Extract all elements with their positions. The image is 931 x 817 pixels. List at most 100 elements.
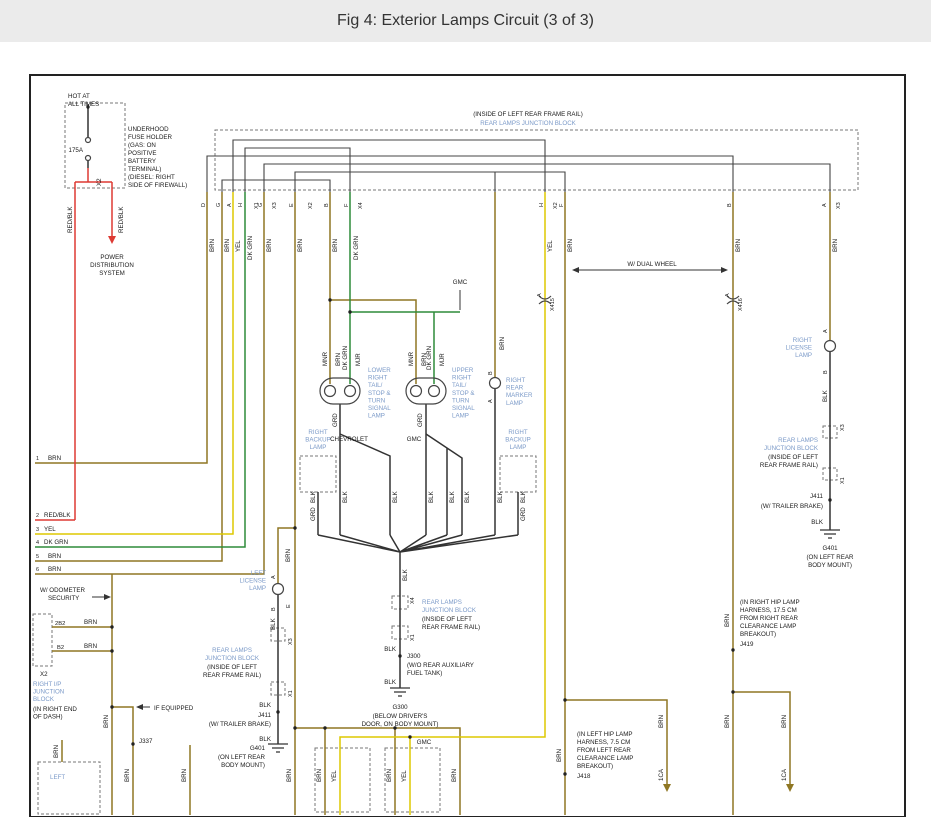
diagram-label: TERMINAL) <box>128 166 161 173</box>
diagram-label: 2 <box>36 513 39 519</box>
diagram-label: 175A <box>69 147 84 154</box>
diagram-label: B <box>823 370 829 374</box>
diagram-label: BLK <box>259 736 272 743</box>
diagram-label: J411 <box>810 493 824 500</box>
diagram-label: A <box>271 575 277 579</box>
diagram-label: BRN <box>386 769 393 782</box>
diagram-label: BRN <box>556 749 563 762</box>
diagram-shape <box>408 735 411 738</box>
diagram-label: MARKER <box>506 392 533 399</box>
diagram-label: G300 <box>392 704 408 711</box>
diagram-label: (ON LEFT REARBODY MOUNT) <box>218 754 266 769</box>
diagram-label: SYSTEM <box>99 270 124 277</box>
diagram-label: J337 <box>139 738 153 745</box>
diagram-label: J300 <box>407 653 421 660</box>
diagram-label: BRN <box>335 353 342 366</box>
diagram-label: DK GRN <box>353 236 360 260</box>
diagram-label: LAMP <box>506 400 523 407</box>
diagram-label: RED/BLK <box>118 206 125 233</box>
diagram-label: (GAS: ON <box>128 142 156 149</box>
diagram-label: BRN <box>285 549 292 562</box>
diagram-label: D <box>201 203 207 207</box>
diagram-label: YEL <box>331 770 338 782</box>
diagram-label: BLK <box>259 702 272 709</box>
diagram-label: (IN LEFT HIP LAMP <box>577 731 632 738</box>
diagram-label: SIGNAL <box>452 405 475 412</box>
diagram-label: GRD <box>520 507 527 521</box>
diagram-label: X3 <box>272 202 278 209</box>
diagram-label: BACKUP <box>305 437 330 444</box>
diagram-label: BLK <box>310 490 317 503</box>
diagram-label: DK GRN <box>342 346 349 370</box>
diagram-label: TAIL/ <box>452 382 467 389</box>
diagram-shape <box>328 298 331 301</box>
diagram-label: GMC <box>453 279 468 286</box>
diagram-label: DK GRN <box>247 236 254 260</box>
diagram-label: D <box>201 203 207 207</box>
diagram-label: 1 <box>36 456 39 462</box>
diagram-label: REAR LAMPS <box>778 437 818 444</box>
diagram-label: UPPER <box>452 367 474 374</box>
diagram-label: GMC <box>417 739 432 746</box>
diagram-label: LAMP <box>510 444 527 451</box>
diagram-label: GMC <box>417 739 432 746</box>
diagram-label: B <box>488 371 494 375</box>
diagram-label: YEL <box>401 770 408 782</box>
diagram-label: BODY MOUNT) <box>221 762 265 769</box>
diagram-label: TAIL/ <box>368 382 383 389</box>
diagram-label: GRD <box>417 413 424 427</box>
diagram-shape <box>323 726 326 729</box>
diagram-label: (W/ TRAILER BRAKE) <box>761 503 823 510</box>
diagram-label: REAR LAMPS <box>422 599 462 606</box>
diagram-label: BRN <box>658 715 665 728</box>
diagram-label: BRN <box>48 553 61 560</box>
diagram-label: (W/ TRAILER BRAKE) <box>761 503 823 510</box>
diagram-label: BLK <box>384 646 397 653</box>
diagram-label: G <box>216 203 222 207</box>
diagram-shape <box>731 690 734 693</box>
diagram-label: REAR LAMPSJUNCTION BLOCK <box>205 647 260 662</box>
diagram-shape <box>563 772 566 775</box>
diagram-label: BRN <box>53 745 60 758</box>
diagram-label: X2 <box>96 178 103 186</box>
diagram-label: BLK <box>822 389 829 402</box>
diagram-label: (INSIDE OF LEFTREAR FRAME RAIL) <box>760 454 818 469</box>
diagram-label: X2 <box>308 202 314 209</box>
diagram-label: BLK <box>822 389 829 402</box>
diagram-label: X1 <box>288 690 294 697</box>
diagram-label: BRN <box>724 614 731 627</box>
diagram-label: REAR <box>506 385 524 392</box>
diagram-label: A <box>822 203 828 207</box>
diagram-label: BRN <box>209 239 216 252</box>
diagram-label: BRN <box>209 239 216 252</box>
diagram-label: B <box>324 203 330 207</box>
diagram-label: H <box>238 203 244 207</box>
diagram-label: LEFT <box>50 774 65 781</box>
diagram-label: X3 <box>288 638 294 645</box>
diagram-label: BLK <box>384 679 397 686</box>
diagram-label: X1 <box>410 634 416 641</box>
diagram-label: CHEVROLET <box>330 436 368 443</box>
diagram-label: GMC <box>407 436 422 443</box>
diagram-label: SECURITY <box>48 595 79 602</box>
diagram-label: BRN <box>266 239 273 252</box>
diagram-label: 5 <box>36 554 39 560</box>
diagram-label: DK GRN <box>44 539 68 546</box>
diagram-shape <box>731 648 734 651</box>
diagram-label: BRN <box>53 745 60 758</box>
diagram-label: (W/ TRAILER BRAKE) <box>209 721 271 728</box>
diagram-label: J300 <box>407 653 421 660</box>
diagram-label: J419 <box>740 641 754 648</box>
diagram-label: BLK <box>464 490 471 503</box>
diagram-label: B <box>324 203 330 207</box>
diagram-label: YEL <box>401 770 408 782</box>
diagram-label: 2 <box>36 513 39 519</box>
diagram-label: X3 <box>272 202 278 209</box>
diagram-label: (IN RIGHT HIP LAMP <box>740 599 800 606</box>
diagram-label: 1CA <box>658 768 665 781</box>
diagram-label: X1 <box>410 634 416 641</box>
diagram-label: TURN <box>368 397 385 404</box>
diagram-label: BLK <box>342 490 349 503</box>
diagram-label: BRN <box>84 619 97 626</box>
diagram-label: J411 <box>810 493 824 500</box>
